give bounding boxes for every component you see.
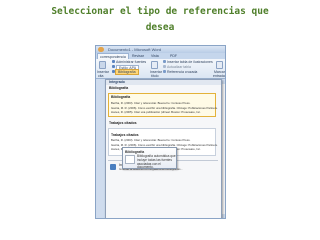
document-icon	[125, 155, 135, 164]
update-table-button[interactable]: Actualizar tabla	[167, 65, 191, 69]
entry-title: Bibliografía	[111, 95, 131, 99]
insert-citation-icon[interactable]	[99, 61, 106, 69]
manage-sources-icon	[112, 60, 115, 63]
insert-table-of-figures-button[interactable]: Insertar tabla de ilustraciones	[167, 60, 213, 64]
insert-caption-icon[interactable]	[151, 61, 158, 69]
bibliography-icon	[110, 164, 116, 170]
bibliography-tooltip: Bibliografía Bibliografía automática que…	[122, 147, 177, 169]
mark-entry-icon[interactable]	[216, 61, 223, 69]
slide-title-line1: Seleccionar el tipo de referencias que	[51, 6, 269, 17]
mark-entry-label2: entrada	[213, 74, 225, 78]
slide-title: Seleccionar el tipo de referencias que d…	[0, 4, 320, 36]
tooltip-description: Bibliografía automática que incluye toda…	[137, 154, 176, 170]
bibliography-button[interactable]: Bibliografía	[115, 69, 139, 75]
ribbon-panel: Insertar cita Administrar fuentes Estilo…	[96, 59, 225, 79]
word-screenshot: Documento1 - Microsoft Word corresponden…	[95, 45, 226, 219]
slide-title-line2: desea	[145, 22, 175, 33]
tooltip-title: Bibliografía	[125, 149, 145, 154]
entry-title: Trabajos citados	[111, 133, 139, 137]
update-table-icon	[163, 65, 166, 68]
window-title-bar: Documento1 - Microsoft Word	[96, 46, 225, 53]
gallery-entry-bibliografia[interactable]: Bibliografía Bertha, R. (2003). Citar y …	[108, 93, 218, 117]
insert-caption-label2: título	[151, 74, 159, 78]
style-icon	[112, 65, 115, 68]
insert-citation-label2: cita	[98, 74, 104, 78]
entry-line: Llanes, R. (2005). Citar una publicación…	[111, 110, 201, 114]
section-header-integrado: Integrado	[106, 80, 221, 85]
cross-reference-icon	[163, 70, 166, 73]
cross-reference-button[interactable]: Referencia cruzada	[167, 70, 197, 74]
office-button-icon[interactable]	[98, 47, 104, 52]
group-label-bibliografia: Bibliografía	[109, 86, 129, 90]
window-title: Documento1 - Microsoft Word	[108, 47, 162, 52]
group-label-trabajos-citados: Trabajos citados	[109, 121, 137, 125]
manage-sources-button[interactable]: Administrar fuentes	[116, 60, 146, 64]
table-of-figures-icon	[163, 60, 166, 63]
